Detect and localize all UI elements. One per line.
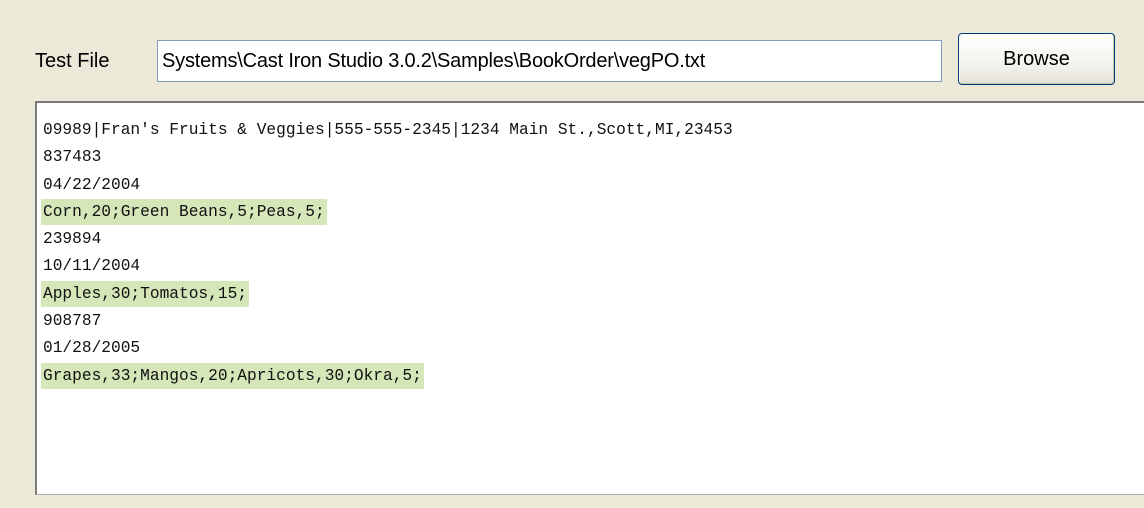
- content-line-text: Apples,30;Tomatos,15;: [41, 280, 249, 307]
- test-file-label: Test File: [35, 50, 110, 72]
- test-file-path-value: Systems\Cast Iron Studio 3.0.2\Samples\B…: [162, 50, 706, 72]
- file-selector-row: Test File Systems\Cast Iron Studio 3.0.2…: [0, 0, 1144, 112]
- content-line-text: 01/28/2005: [43, 339, 141, 358]
- content-line-highlighted: Corn,20;Green Beans,5;Peas,5;: [41, 198, 1144, 226]
- content-line-text: 239894: [43, 230, 102, 249]
- content-line-text: 09989|Fran's Fruits & Veggies|555-555-23…: [43, 121, 733, 139]
- content-line: 09989|Fran's Fruits & Veggies|555-555-23…: [41, 117, 1144, 144]
- content-line: 10/11/2004: [41, 253, 1144, 280]
- content-line: 04/22/2004: [41, 172, 1144, 199]
- browse-button[interactable]: Browse: [958, 33, 1115, 85]
- content-line-text: Corn,20;Green Beans,5;Peas,5;: [41, 198, 327, 225]
- content-line: 908787: [41, 308, 1144, 335]
- content-line-text: Grapes,33;Mangos,20;Apricots,30;Okra,5;: [41, 362, 424, 389]
- content-line-text: 837483: [43, 148, 102, 167]
- content-line-text: 10/11/2004: [43, 257, 141, 276]
- content-line: 837483: [41, 144, 1144, 171]
- test-file-path-input[interactable]: Systems\Cast Iron Studio 3.0.2\Samples\B…: [157, 40, 942, 82]
- content-line-text: 908787: [43, 312, 102, 331]
- content-line: 239894: [41, 226, 1144, 253]
- content-line: 01/28/2005: [41, 335, 1144, 362]
- file-content-textarea[interactable]: 09989|Fran's Fruits & Veggies|555-555-23…: [35, 101, 1144, 495]
- content-line-highlighted: Apples,30;Tomatos,15;: [41, 280, 1144, 308]
- content-line-highlighted: Grapes,33;Mangos,20;Apricots,30;Okra,5;: [41, 362, 1144, 390]
- content-line-text: 04/22/2004: [43, 175, 141, 194]
